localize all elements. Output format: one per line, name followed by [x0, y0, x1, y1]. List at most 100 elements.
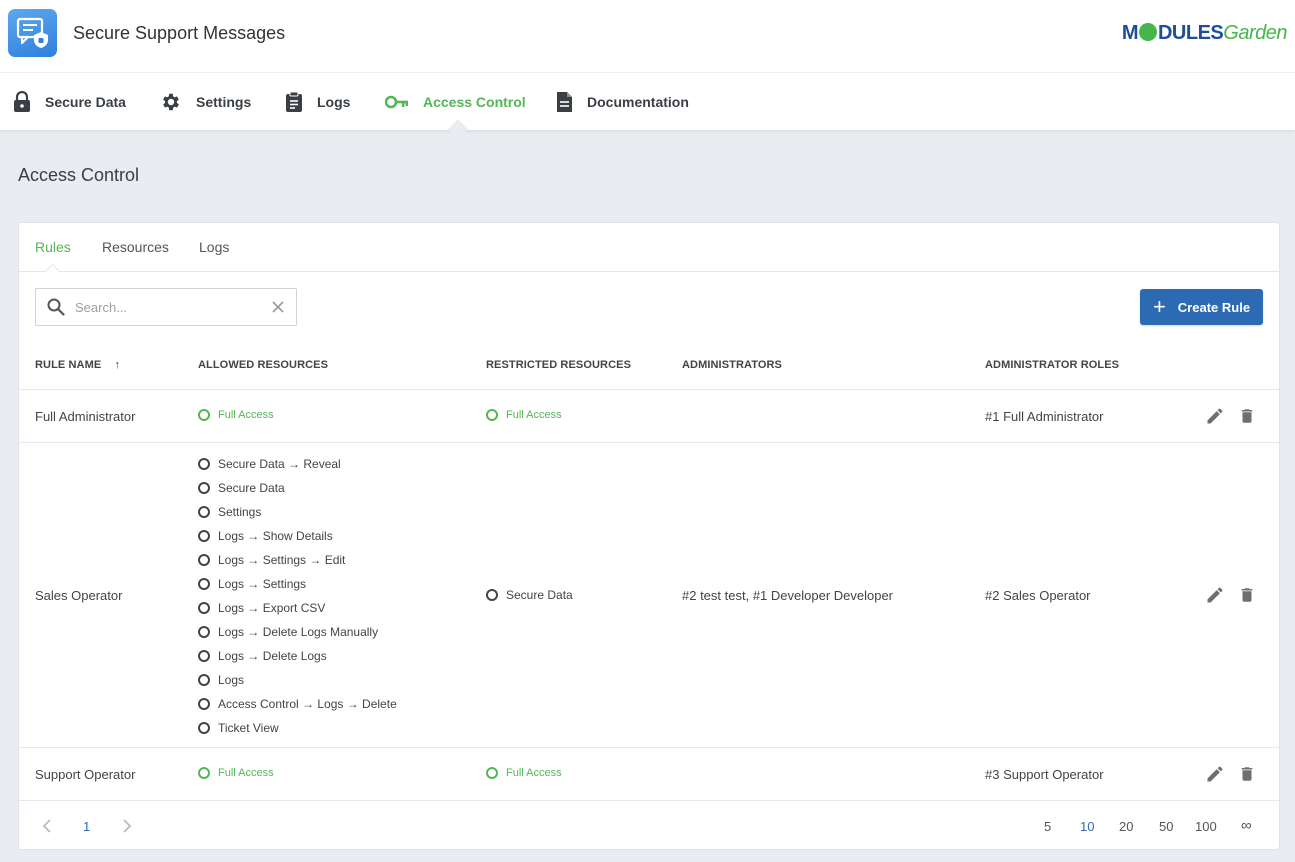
- administrator-roles: #2 Sales Operator: [985, 588, 1091, 603]
- app-logo: [8, 9, 57, 57]
- allowed-resource: Settings: [198, 505, 261, 519]
- page-title: Access Control: [18, 165, 140, 185]
- tab-rules[interactable]: Rules: [35, 239, 71, 255]
- status-dot-icon: [198, 458, 210, 470]
- edit-icon[interactable]: [1205, 406, 1225, 426]
- tab-logs[interactable]: Logs: [199, 239, 229, 255]
- allowed-resource: Logs: [198, 673, 244, 687]
- status-dot-icon: [486, 409, 498, 421]
- status-dot-icon: [198, 482, 210, 494]
- status-dot-icon: [198, 722, 210, 734]
- nav-label: Logs: [317, 93, 351, 110]
- rule-name: Sales Operator: [35, 588, 123, 603]
- search-icon: [47, 298, 65, 316]
- header-administrator-roles: ADMINISTRATOR ROLES: [985, 359, 1120, 371]
- delete-icon[interactable]: [1238, 585, 1256, 605]
- allowed-resource: Access Control → Logs → Delete: [198, 697, 397, 711]
- gear-icon: [163, 93, 179, 110]
- delete-icon[interactable]: [1238, 764, 1256, 784]
- header-administrators: ADMINISTRATORS: [682, 359, 782, 371]
- status-dot-icon: [198, 506, 210, 518]
- app-header: Secure Support Messages M DULESGarden: [0, 0, 1295, 73]
- status-dot-icon: [198, 674, 210, 686]
- nav-documentation[interactable]: Documentation: [555, 73, 689, 130]
- status-dot-icon: [486, 767, 498, 779]
- page-number[interactable]: 1: [83, 819, 90, 834]
- row-divider: [19, 389, 1279, 390]
- create-rule-button[interactable]: + Create Rule: [1140, 289, 1263, 325]
- page-size-10[interactable]: 10: [1080, 819, 1094, 834]
- administrators: #2 test test, #1 Developer Developer: [682, 588, 894, 603]
- search-input[interactable]: [75, 298, 255, 316]
- header-rule-name[interactable]: RULE NAME ↑: [35, 359, 120, 371]
- nav-secure-data[interactable]: Secure Data: [13, 73, 126, 130]
- secure-message-icon: [16, 17, 48, 48]
- page-size-all[interactable]: ∞: [1241, 817, 1252, 834]
- allowed-resource: Logs → Settings: [198, 577, 306, 591]
- tab-resources[interactable]: Resources: [102, 239, 169, 255]
- document-icon: [557, 91, 572, 112]
- row-divider: [19, 442, 1279, 443]
- status-dot-icon: [198, 698, 210, 710]
- rule-name: Support Operator: [35, 767, 136, 782]
- edit-icon[interactable]: [1205, 764, 1225, 784]
- search-box: [35, 288, 297, 326]
- allowed-resource: Ticket View: [198, 721, 279, 735]
- modulesgarden-logo: M DULESGarden: [1121, 22, 1288, 44]
- clipboard-icon: [286, 91, 302, 112]
- restricted-resource: Full Access: [486, 409, 562, 421]
- row-divider: [19, 747, 1279, 748]
- main-nav: Secure Data Settings Logs Access Control: [0, 73, 1295, 130]
- page-size-20[interactable]: 20: [1119, 819, 1133, 834]
- status-dot-icon: [198, 409, 210, 421]
- chevron-right-icon[interactable]: [121, 819, 133, 833]
- edit-icon[interactable]: [1205, 585, 1225, 605]
- restricted-resource: Full Access: [486, 767, 562, 779]
- nav-logs[interactable]: Logs: [285, 73, 350, 130]
- row-divider: [19, 800, 1279, 801]
- key-icon: [385, 95, 408, 108]
- page-size-50[interactable]: 50: [1159, 819, 1173, 834]
- allowed-resource: Full Access: [198, 767, 274, 779]
- status-dot-icon: [198, 554, 210, 566]
- app-title: Secure Support Messages: [73, 23, 286, 43]
- tab-bar: Rules Resources Logs: [19, 223, 1279, 280]
- status-dot-icon: [198, 650, 210, 662]
- sort-ascending-icon: ↑: [114, 359, 121, 371]
- status-dot-icon: [198, 530, 210, 542]
- nav-label: Settings: [196, 93, 252, 110]
- nav-label: Documentation: [587, 93, 689, 110]
- allowed-resource: Logs → Settings → Edit: [198, 553, 345, 567]
- nav-label: Secure Data: [45, 93, 126, 110]
- chevron-left-icon[interactable]: [41, 819, 53, 833]
- nav-settings[interactable]: Settings: [160, 73, 251, 130]
- delete-icon[interactable]: [1238, 406, 1256, 426]
- plus-icon: +: [1152, 294, 1166, 319]
- administrator-roles: #3 Support Operator: [985, 767, 1104, 782]
- status-dot-icon: [198, 626, 210, 638]
- allowed-resource: Logs → Export CSV: [198, 601, 325, 615]
- allowed-resource: Logs → Delete Logs: [198, 649, 327, 663]
- status-dot-icon: [198, 602, 210, 614]
- allowed-resource: Logs → Delete Logs Manually: [198, 625, 378, 639]
- close-icon[interactable]: [271, 300, 285, 314]
- page-size-5[interactable]: 5: [1044, 819, 1051, 834]
- allowed-resource: Logs → Show Details: [198, 529, 333, 543]
- administrator-roles: #1 Full Administrator: [985, 409, 1104, 424]
- status-dot-icon: [486, 589, 498, 601]
- restricted-resource: Secure Data: [486, 588, 573, 602]
- header-allowed-resources: ALLOWED RESOURCES: [198, 359, 329, 371]
- page-size-100[interactable]: 100: [1195, 819, 1217, 834]
- allowed-resource: Full Access: [198, 409, 274, 421]
- status-dot-icon: [198, 578, 210, 590]
- rules-card: Rules Resources Logs + Create Rule RULE …: [18, 222, 1280, 850]
- allowed-resource: Secure Data → Reveal: [198, 457, 341, 471]
- status-dot-icon: [198, 767, 210, 779]
- header-restricted-resources: RESTRICTED RESOURCES: [486, 359, 632, 371]
- create-rule-label: Create Rule: [1177, 299, 1251, 315]
- lock-icon: [14, 90, 30, 112]
- allowed-resource: Secure Data: [198, 481, 285, 495]
- nav-label: Access Control: [423, 93, 526, 110]
- active-tab-indicator: [44, 263, 61, 280]
- rule-name: Full Administrator: [35, 409, 136, 424]
